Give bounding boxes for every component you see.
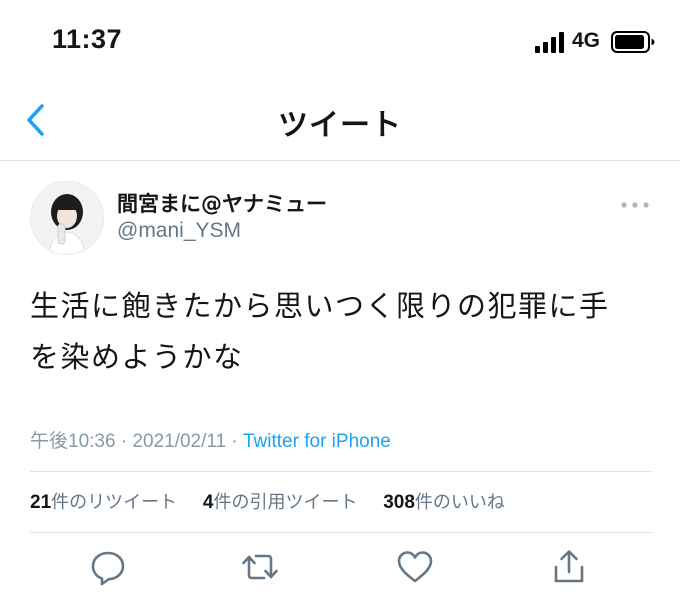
retweet-count[interactable]: 21件のリツイート: [30, 488, 177, 514]
retweet-count-label: 件のリツイート: [51, 492, 178, 513]
divider: [30, 471, 652, 472]
page-title: ツイート: [278, 108, 402, 143]
network-type: 4G: [572, 29, 601, 52]
like-count-value: 308: [383, 492, 415, 513]
reply-icon: [91, 551, 125, 586]
tweet-timestamp: 午後10:36 · 2021/02/11 ·: [30, 431, 243, 452]
divider: [30, 532, 652, 533]
share-button[interactable]: [549, 547, 589, 587]
share-icon: [554, 550, 584, 583]
author-handle[interactable]: @mani_YSM: [117, 219, 241, 243]
author-display-name[interactable]: 間宮まに@ヤナミュー: [117, 188, 327, 218]
quote-count-value: 4: [202, 492, 214, 513]
battery-icon: [611, 31, 655, 53]
retweet-icon: [242, 554, 278, 580]
tweet-stats: 21件のリツイート 4件の引用ツイート 308件のいいね: [30, 488, 525, 514]
like-count[interactable]: 308件のいいね: [383, 488, 505, 514]
more-options-button[interactable]: [618, 196, 652, 214]
retweet-count-value: 21: [30, 492, 52, 513]
like-count-label: 件のいいね: [414, 492, 505, 513]
quote-count[interactable]: 4件の引用ツイート: [203, 488, 358, 514]
avatar[interactable]: [30, 181, 104, 255]
like-button[interactable]: [395, 547, 435, 587]
reply-button[interactable]: [88, 547, 128, 587]
tweet-text: 生活に飽きたから思いつく限りの犯罪に手 を染めようかな: [30, 281, 655, 383]
tweet-text-line: 生活に飽きたから思いつく限りの犯罪に手: [30, 289, 610, 323]
retweet-button[interactable]: [240, 547, 280, 587]
like-icon: [397, 551, 433, 583]
nav-header: ツイート: [0, 80, 680, 161]
more-icon: [621, 202, 649, 208]
tweet-source-link[interactable]: Twitter for iPhone: [243, 431, 391, 452]
avatar-image: [31, 182, 103, 254]
tweet-meta: 午後10:36 · 2021/02/11 · Twitter for iPhon…: [30, 426, 391, 453]
status-bar: 11:37 4G: [0, 0, 680, 80]
status-time: 11:37: [52, 24, 123, 54]
signal-icon: [535, 31, 567, 53]
tweet-text-line: を染めようかな: [30, 340, 244, 374]
quote-count-label: 件の引用ツイート: [213, 492, 358, 513]
